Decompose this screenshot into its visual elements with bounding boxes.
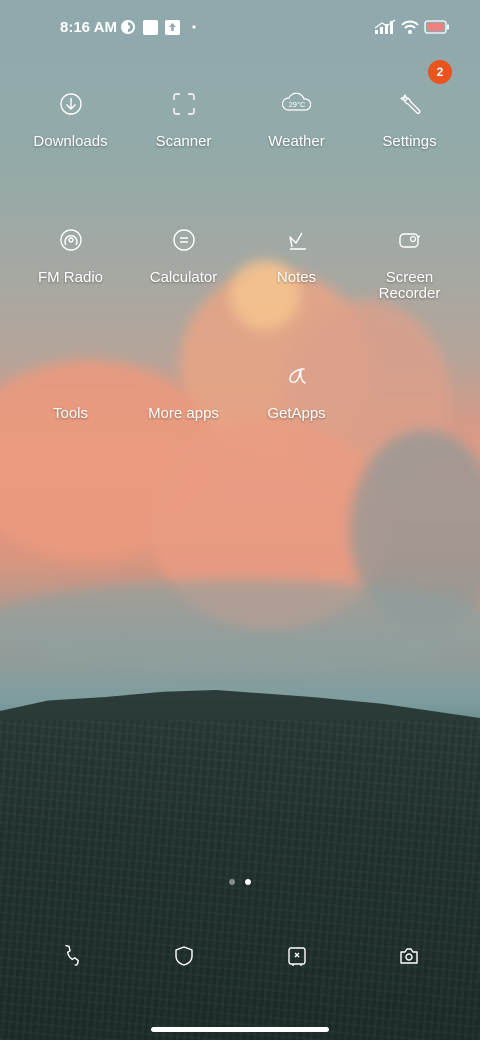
- tools-icon: [51, 356, 91, 396]
- phone-icon[interactable]: [51, 940, 91, 972]
- wrench-icon: [390, 84, 430, 124]
- app-label: FM Radio: [37, 269, 104, 286]
- app-scanner[interactable]: Scanner: [127, 84, 240, 150]
- app-label: Calculator: [149, 269, 218, 286]
- radio-icon: [51, 220, 91, 260]
- cleaner-icon[interactable]: [277, 940, 317, 972]
- app-getapps[interactable]: GetApps: [240, 356, 353, 422]
- dot-icon: [191, 19, 197, 35]
- status-bar: 8:16 AM: [0, 0, 480, 56]
- signal-icon: [374, 19, 396, 35]
- calculator-icon: [164, 220, 204, 260]
- battery-icon: [424, 19, 450, 35]
- more-apps-icon: [164, 356, 204, 396]
- app-fm-radio[interactable]: FM Radio: [14, 220, 127, 286]
- vpn-icon: [120, 19, 136, 35]
- app-label: Screen Recorder: [378, 269, 441, 302]
- app-downloads[interactable]: Downloads: [14, 84, 127, 150]
- home-gesture-bar[interactable]: [151, 1027, 329, 1032]
- app-label: GetApps: [267, 405, 326, 422]
- app-screen-recorder[interactable]: Screen Recorder: [353, 220, 466, 302]
- app-label: Tools: [52, 405, 89, 422]
- app-label: Downloads: [33, 133, 108, 150]
- page-dot[interactable]: [229, 879, 235, 885]
- download-icon: [51, 84, 91, 124]
- security-icon[interactable]: [164, 940, 204, 972]
- app-settings[interactable]: Settings: [353, 84, 466, 150]
- notification-square-icon: [143, 19, 158, 35]
- weather-icon: 29°C: [277, 84, 317, 124]
- status-time: 8:16 AM: [60, 19, 117, 36]
- app-label: Weather: [268, 133, 325, 150]
- screen-recorder-icon: [390, 220, 430, 260]
- app-tools[interactable]: Tools: [14, 356, 127, 422]
- camera-icon[interactable]: [389, 940, 429, 972]
- app-weather[interactable]: 29°C Weather: [240, 84, 353, 150]
- page-dot-active[interactable]: [245, 879, 251, 885]
- app-notes[interactable]: Notes: [240, 220, 353, 286]
- upload-icon: [165, 19, 180, 35]
- app-label: Notes: [276, 269, 317, 286]
- svg-text:29°C: 29°C: [288, 100, 305, 109]
- app-label: Scanner: [155, 133, 212, 150]
- notification-badge: 2: [428, 60, 452, 84]
- app-more-apps[interactable]: More apps: [127, 356, 240, 422]
- scan-icon: [164, 84, 204, 124]
- page-indicator: [0, 879, 480, 885]
- app-calculator[interactable]: Calculator: [127, 220, 240, 286]
- wifi-icon: [401, 19, 419, 35]
- app-label: Settings: [382, 133, 437, 150]
- notes-icon: [277, 220, 317, 260]
- app-label: More apps: [148, 405, 219, 422]
- getapps-icon: [277, 356, 317, 396]
